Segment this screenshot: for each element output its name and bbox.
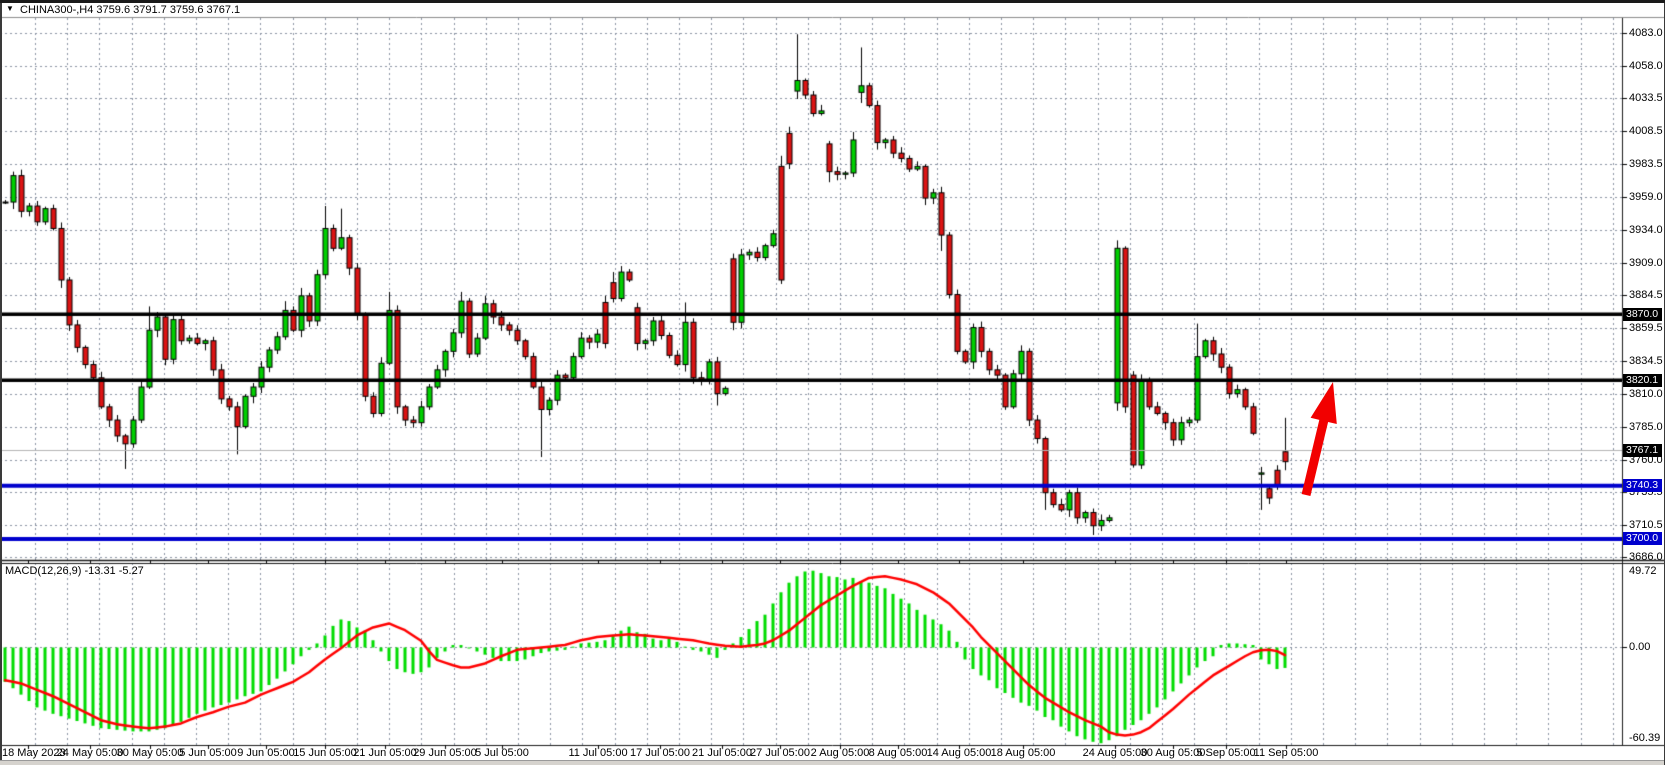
macd-indicator-name: MACD(12,26,9) bbox=[5, 565, 81, 577]
date-label: 21 Jun 05:00 bbox=[353, 747, 417, 759]
price-tick-label: 3834.5 bbox=[1629, 355, 1663, 367]
date-label: 5 Sep 05:00 bbox=[1196, 747, 1255, 759]
price-tick-label: 3884.5 bbox=[1629, 289, 1663, 301]
date-label: 17 Jul 05:00 bbox=[630, 747, 690, 759]
date-label: 29 Jun 05:00 bbox=[413, 747, 477, 759]
chart-canvas[interactable] bbox=[0, 3, 1665, 765]
date-label: 8 Aug 05:00 bbox=[869, 747, 928, 759]
price-tick-label: 3686.0 bbox=[1629, 551, 1663, 563]
price-tick-label: 3909.0 bbox=[1629, 257, 1663, 269]
date-label: 5 Jun 05:00 bbox=[179, 747, 237, 759]
price-tick-label: 4033.5 bbox=[1629, 92, 1663, 104]
price-tick-label: 3785.0 bbox=[1629, 421, 1663, 433]
date-label: 27 Jul 05:00 bbox=[750, 747, 810, 759]
date-label: 5 Jul 05:00 bbox=[475, 747, 529, 759]
date-label: 18 Aug 05:00 bbox=[991, 747, 1056, 759]
macd-scale-label: -60.39 bbox=[1629, 732, 1660, 744]
symbol-dropdown-icon[interactable]: ▼ bbox=[6, 4, 14, 13]
macd-indicator-label: MACD(12,26,9) -13.31 -5.27 bbox=[5, 565, 144, 577]
price-level-badge: 3740.3 bbox=[1623, 479, 1662, 492]
date-label: 2 Aug 05:00 bbox=[811, 747, 870, 759]
price-tick-label: 3710.5 bbox=[1629, 519, 1663, 531]
chart-title: CHINA300-,H4 3759.6 3791.7 3759.6 3767.1 bbox=[20, 4, 240, 16]
price-tick-label: 4058.0 bbox=[1629, 60, 1663, 72]
price-tick-label: 4083.0 bbox=[1629, 27, 1663, 39]
macd-scale-label: 0.00 bbox=[1629, 641, 1650, 653]
date-label: 15 Jun 05:00 bbox=[293, 747, 357, 759]
date-label: 9 Jun 05:00 bbox=[237, 747, 295, 759]
price-tick-label: 3859.5 bbox=[1629, 322, 1663, 334]
window-bottom-strip bbox=[0, 760, 1665, 765]
price-level-badge: 3870.0 bbox=[1623, 308, 1662, 321]
date-label: 30 May 05:00 bbox=[117, 747, 184, 759]
macd-scale-label: 49.72 bbox=[1629, 565, 1657, 577]
price-level-badge: 3820.1 bbox=[1623, 374, 1662, 387]
price-tick-label: 3959.0 bbox=[1629, 191, 1663, 203]
chart-window: ▼ CHINA300-,H4 3759.6 3791.7 3759.6 3767… bbox=[0, 0, 1665, 765]
macd-indicator-values: -13.31 -5.27 bbox=[84, 565, 143, 577]
date-label: 24 Aug 05:00 bbox=[1083, 747, 1148, 759]
date-label: 21 Jul 05:00 bbox=[692, 747, 752, 759]
price-tick-label: 3934.0 bbox=[1629, 224, 1663, 236]
price-tick-label: 3810.0 bbox=[1629, 388, 1663, 400]
price-level-badge: 3700.0 bbox=[1623, 532, 1662, 545]
date-label: 11 Sep 05:00 bbox=[1254, 747, 1319, 759]
date-label: 24 May 05:00 bbox=[57, 747, 124, 759]
date-label: 14 Aug 05:00 bbox=[927, 747, 992, 759]
price-tick-label: 3983.5 bbox=[1629, 158, 1663, 170]
date-label: 11 Jul 05:00 bbox=[568, 747, 627, 759]
price-level-badge: 3767.1 bbox=[1623, 444, 1662, 457]
price-tick-label: 4008.5 bbox=[1629, 125, 1663, 137]
